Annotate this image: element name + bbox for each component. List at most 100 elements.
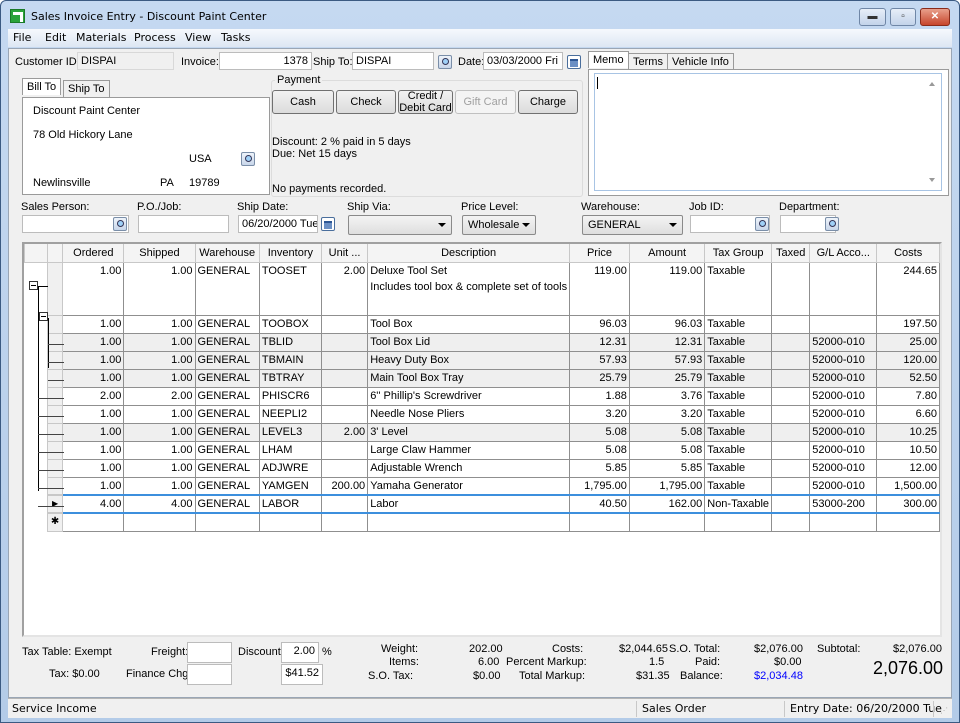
row-selector[interactable] bbox=[46, 458, 64, 478]
description-cell[interactable]: Yamaha Generator bbox=[367, 476, 571, 496]
current-row-marker[interactable]: ▶ bbox=[46, 494, 64, 514]
unit-cell[interactable] bbox=[320, 440, 369, 460]
tab-vehicle-info[interactable]: Vehicle Info bbox=[667, 53, 734, 70]
description-cell[interactable]: Main Tool Box Tray bbox=[367, 368, 571, 388]
ordered-cell[interactable]: 1.00 bbox=[62, 404, 125, 424]
inventory-cell[interactable]: TOOSET bbox=[258, 261, 322, 316]
gl-account-cell[interactable]: 52000-010 bbox=[809, 476, 878, 496]
menu-process[interactable]: Process bbox=[134, 31, 176, 44]
tax-group-cell[interactable]: Taxable bbox=[704, 458, 773, 478]
price-cell[interactable]: 12.31 bbox=[569, 332, 630, 352]
table-row[interactable]: 1.00 1.00 GENERAL NEEPLI2 Needle Nose Pliers… bbox=[24, 404, 940, 424]
row-selector[interactable] bbox=[46, 422, 64, 442]
description-cell[interactable]: Large Claw Hammer bbox=[367, 440, 571, 460]
table-row[interactable]: 1.00 1.00 GENERAL TBLID Tool Box Lid 12.31 12.… bbox=[24, 332, 940, 352]
department-lookup-icon[interactable] bbox=[825, 217, 839, 231]
amount-cell[interactable]: 57.93 bbox=[628, 350, 706, 370]
ordered-cell[interactable]: 1.00 bbox=[62, 458, 125, 478]
shipped-cell[interactable]: 1.00 bbox=[123, 422, 196, 442]
discount-percent-field[interactable]: 2.00 bbox=[281, 642, 319, 663]
tax-group-cell[interactable]: Taxable bbox=[704, 332, 773, 352]
taxed-cell[interactable] bbox=[771, 368, 811, 388]
inventory-cell[interactable]: LHAM bbox=[258, 440, 322, 460]
amount-cell[interactable]: 12.31 bbox=[628, 332, 706, 352]
table-row[interactable]: ▶ 4.00 4.00 GENERAL LABOR Labor 40.50 162.00 Non… bbox=[24, 494, 940, 514]
inventory-cell[interactable]: PHISCR6 bbox=[258, 386, 322, 406]
inventory-cell[interactable]: TOOBOX bbox=[258, 314, 322, 334]
description-cell[interactable]: Tool Box Lid bbox=[367, 332, 571, 352]
amount-cell[interactable]: 1,795.00 bbox=[628, 476, 706, 496]
address-lookup-icon[interactable] bbox=[241, 152, 255, 166]
unit-cell[interactable] bbox=[320, 386, 369, 406]
inventory-cell[interactable]: YAMGEN bbox=[258, 476, 322, 496]
warehouse-cell[interactable]: GENERAL bbox=[194, 261, 260, 316]
table-row[interactable]: 1.00 1.00 GENERAL TBMAIN Heavy Duty Box 57.93… bbox=[24, 350, 940, 370]
amount-cell[interactable]: 96.03 bbox=[628, 314, 706, 334]
col-gl-account[interactable]: G/L Acco... bbox=[809, 244, 878, 263]
warehouse-cell[interactable]: GENERAL bbox=[194, 404, 260, 424]
gl-account-cell[interactable] bbox=[809, 314, 878, 334]
tax-group-cell[interactable]: Taxable bbox=[704, 404, 773, 424]
gl-account-cell[interactable]: 52000-010 bbox=[809, 440, 878, 460]
shipped-cell[interactable]: 1.00 bbox=[123, 440, 196, 460]
warehouse-dropdown[interactable]: GENERAL bbox=[582, 215, 683, 235]
empty-cell[interactable] bbox=[876, 512, 940, 532]
costs-cell[interactable]: 10.50 bbox=[876, 440, 940, 460]
warehouse-cell[interactable]: GENERAL bbox=[194, 314, 260, 334]
empty-cell[interactable] bbox=[809, 512, 878, 532]
sales-person-lookup-icon[interactable] bbox=[113, 217, 127, 231]
ordered-cell[interactable]: 1.00 bbox=[62, 332, 125, 352]
cash-button[interactable]: Cash bbox=[272, 90, 334, 114]
table-row[interactable]: 2.00 2.00 GENERAL PHISCR6 6'' Phillip's Scre… bbox=[24, 386, 940, 406]
taxed-cell[interactable] bbox=[771, 494, 811, 514]
col-taxed[interactable]: Taxed bbox=[771, 244, 811, 263]
minimize-button[interactable]: ▬ bbox=[859, 8, 886, 26]
costs-cell[interactable]: 12.00 bbox=[876, 458, 940, 478]
taxed-cell[interactable] bbox=[771, 458, 811, 478]
row-selector[interactable] bbox=[46, 314, 64, 334]
maximize-button[interactable]: ▫ bbox=[890, 8, 916, 26]
unit-cell[interactable] bbox=[320, 404, 369, 424]
price-cell[interactable]: 3.20 bbox=[569, 404, 630, 424]
tax-group-cell[interactable]: Taxable bbox=[704, 314, 773, 334]
amount-cell[interactable]: 162.00 bbox=[628, 494, 706, 514]
table-row[interactable]: 1.00 1.00 GENERAL ADJWRE Adjustable Wrench 5.… bbox=[24, 458, 940, 478]
taxed-cell[interactable] bbox=[771, 440, 811, 460]
unit-cell[interactable] bbox=[320, 332, 369, 352]
warehouse-cell[interactable]: GENERAL bbox=[194, 332, 260, 352]
amount-cell[interactable]: 3.20 bbox=[628, 404, 706, 424]
inventory-cell[interactable]: ADJWRE bbox=[258, 458, 322, 478]
costs-cell[interactable]: 7.80 bbox=[876, 386, 940, 406]
shipped-cell[interactable]: 1.00 bbox=[123, 368, 196, 388]
ordered-cell[interactable]: 1.00 bbox=[62, 440, 125, 460]
tab-memo[interactable]: Memo bbox=[588, 51, 629, 68]
price-cell[interactable]: 57.93 bbox=[569, 350, 630, 370]
col-warehouse[interactable]: Warehouse bbox=[194, 244, 260, 263]
costs-cell[interactable]: 300.00 bbox=[876, 494, 940, 514]
shipped-cell[interactable]: 1.00 bbox=[123, 458, 196, 478]
empty-cell[interactable] bbox=[704, 512, 773, 532]
warehouse-cell[interactable]: GENERAL bbox=[194, 386, 260, 406]
unit-cell[interactable]: 2.00 bbox=[320, 422, 369, 442]
description-cell[interactable]: 6'' Phillip's Screwdriver bbox=[367, 386, 571, 406]
menu-edit[interactable]: Edit bbox=[45, 31, 66, 44]
scroll-down-icon[interactable] bbox=[929, 178, 935, 182]
row-selector[interactable] bbox=[46, 476, 64, 496]
shipped-cell[interactable]: 1.00 bbox=[123, 350, 196, 370]
charge-button[interactable]: Charge bbox=[518, 90, 578, 114]
description-cell[interactable]: Needle Nose Pliers bbox=[367, 404, 571, 424]
tab-terms[interactable]: Terms bbox=[628, 53, 668, 70]
col-inventory[interactable]: Inventory bbox=[258, 244, 322, 263]
warehouse-cell[interactable]: GENERAL bbox=[194, 494, 260, 514]
row-selector[interactable] bbox=[46, 261, 64, 316]
warehouse-cell[interactable]: GENERAL bbox=[194, 422, 260, 442]
costs-cell[interactable]: 10.25 bbox=[876, 422, 940, 442]
menu-materials[interactable]: Materials bbox=[76, 31, 126, 44]
check-button[interactable]: Check bbox=[336, 90, 396, 114]
row-selector[interactable] bbox=[46, 332, 64, 352]
costs-cell[interactable]: 6.60 bbox=[876, 404, 940, 424]
empty-cell[interactable] bbox=[62, 512, 125, 532]
empty-cell[interactable] bbox=[258, 512, 322, 532]
table-row[interactable]: 1.00 1.00 GENERAL LHAM Large Claw Hammer 5.08… bbox=[24, 440, 940, 460]
inventory-cell[interactable]: TBMAIN bbox=[258, 350, 322, 370]
